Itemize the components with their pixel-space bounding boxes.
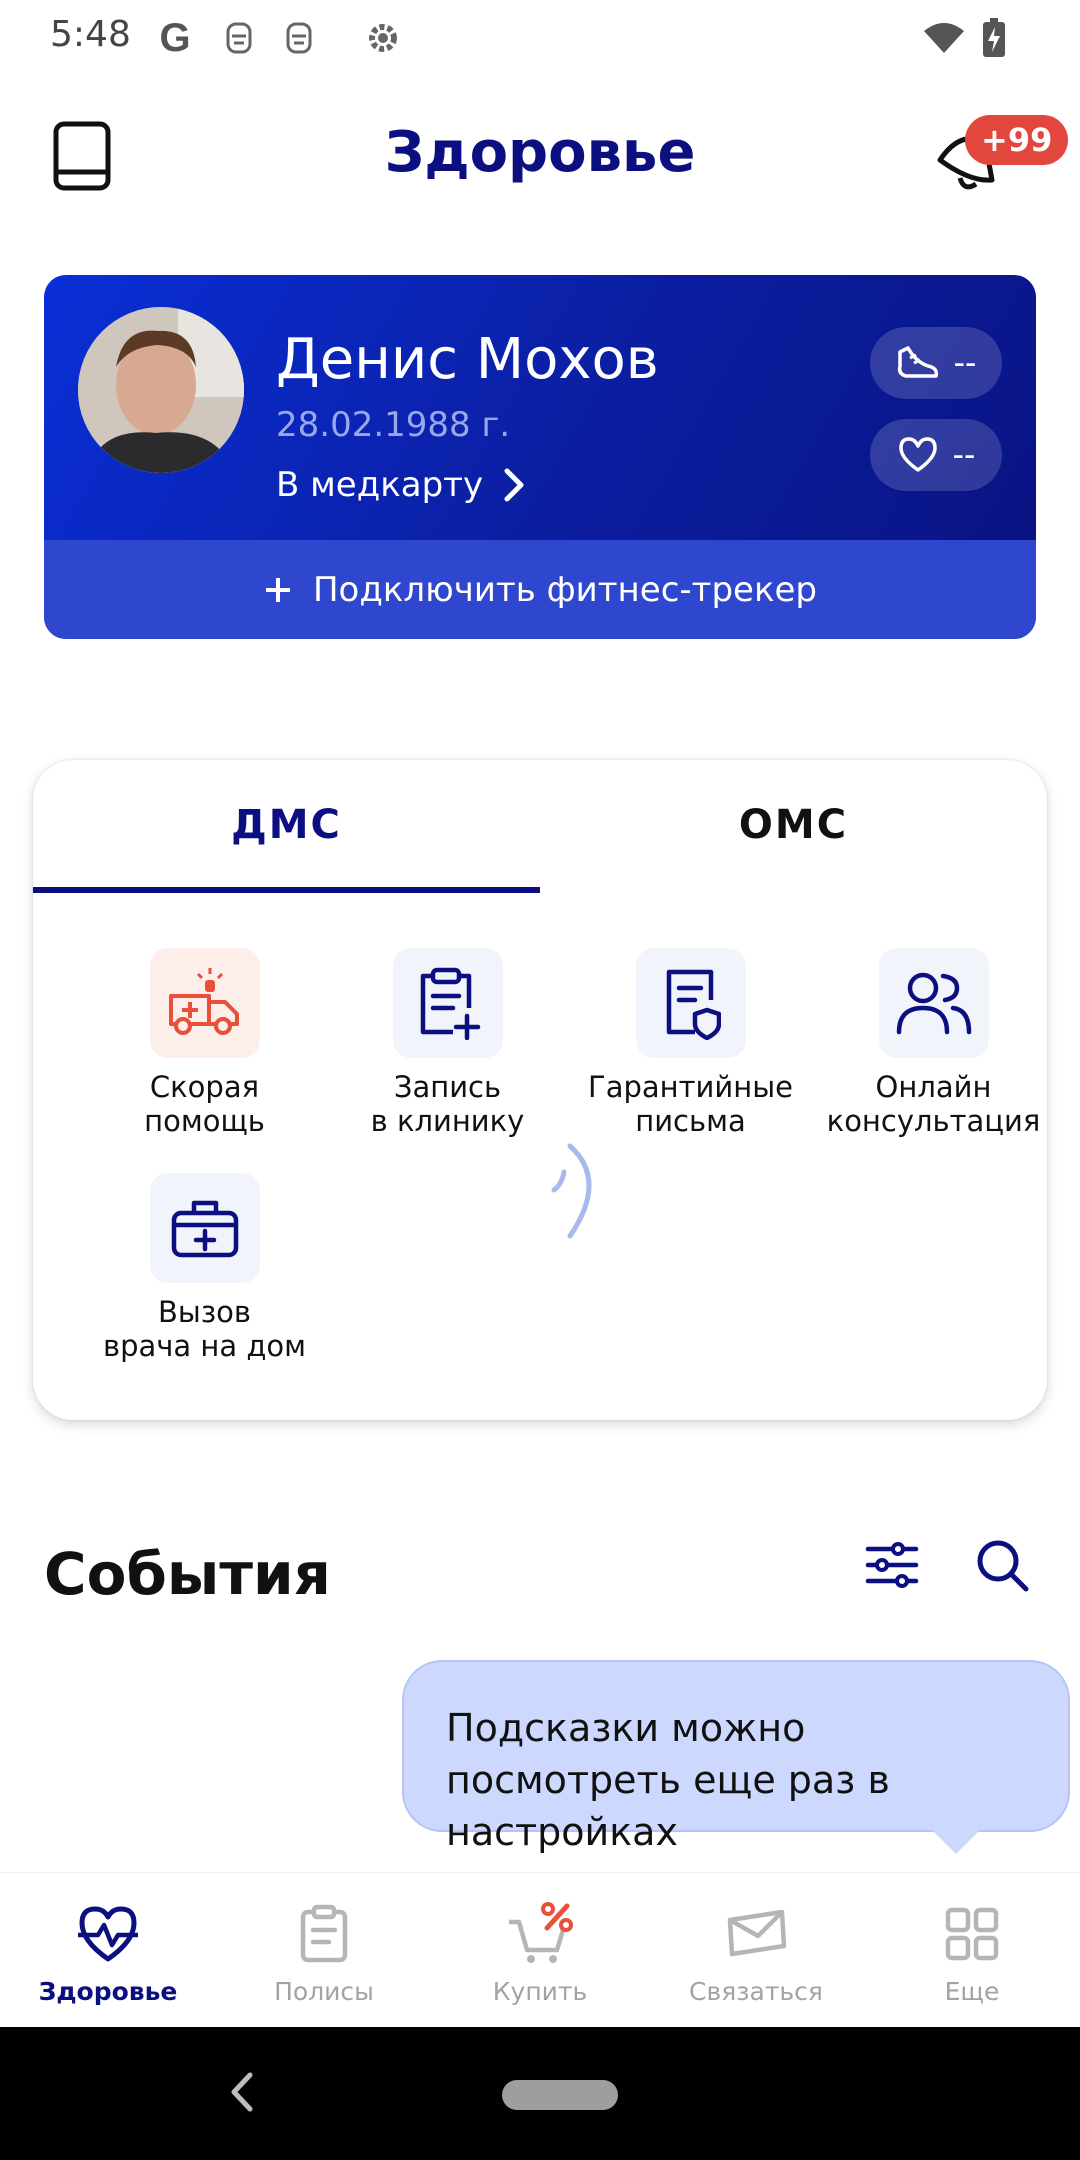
nav-label: Здоровье — [38, 1977, 178, 2006]
steps-value: -- — [953, 343, 977, 382]
envelope-icon — [723, 1901, 789, 1967]
sneaker-icon — [897, 346, 938, 378]
status-bar: 5:48 G — [0, 0, 1080, 80]
services-card: ДМС ОМС Скорая помощь Запись в клинику Г… — [33, 760, 1047, 1420]
bottom-navigation: Здоровье Полисы Купить Связаться Еще — [0, 1872, 1080, 2028]
connect-fitness-tracker-button[interactable]: Подключить фитнес-трекер — [44, 540, 1036, 639]
tab-oms[interactable]: ОМС — [540, 760, 1047, 890]
loading-spinner — [540, 1140, 610, 1240]
page-title: Здоровье — [384, 120, 696, 185]
app-notification-icon — [282, 18, 316, 58]
connect-fitness-tracker-label: Подключить фитнес-трекер — [312, 569, 818, 610]
profile-birth-date: 28.02.1988 г. — [276, 405, 511, 445]
nav-more[interactable]: Еще — [864, 1873, 1080, 2028]
pulse-value: -- — [952, 435, 976, 474]
people-icon — [878, 948, 989, 1058]
document-shield-icon — [635, 948, 746, 1058]
events-section-title: События — [44, 1540, 331, 1608]
cart-percent-icon — [507, 1901, 573, 1967]
profile-card[interactable]: Денис Мохов 28.02.1988 г. В медкарту -- … — [44, 275, 1036, 639]
service-doctor-home-visit[interactable]: Вызов врача на дом — [83, 1173, 326, 1363]
tab-dms[interactable]: ДМС — [33, 760, 540, 890]
service-label: Скорая помощь — [144, 1070, 265, 1138]
sliders-icon — [865, 1542, 919, 1588]
steps-pill[interactable]: -- — [870, 327, 1002, 399]
wifi-icon — [920, 18, 968, 58]
ambulance-icon — [149, 948, 260, 1058]
profile-name: Денис Мохов — [276, 327, 659, 392]
nav-label: Еще — [944, 1977, 1000, 2006]
search-icon — [977, 1540, 1029, 1592]
google-icon: G — [159, 15, 191, 60]
service-label: Гарантийные письма — [588, 1070, 793, 1138]
heart-icon — [898, 437, 937, 472]
filter-button[interactable] — [862, 1535, 922, 1595]
medcard-link-label: В медкарту — [276, 465, 484, 505]
search-button[interactable] — [972, 1535, 1032, 1595]
grid-icon — [939, 1901, 1005, 1967]
avatar — [78, 307, 244, 473]
service-label: Онлайн консультация — [826, 1070, 1041, 1138]
service-label: Запись в клинику — [370, 1070, 525, 1138]
clipboard-icon — [291, 1901, 357, 1967]
app-notification-icon — [222, 18, 256, 58]
system-home-pill[interactable] — [502, 2080, 618, 2110]
service-clinic-appointment[interactable]: Запись в клинику — [326, 948, 569, 1138]
pulse-pill[interactable]: -- — [870, 419, 1002, 491]
hint-tooltip[interactable]: Подсказки можно посмотреть еще раз в нас… — [402, 1660, 1070, 1854]
system-back-button[interactable] — [222, 2067, 262, 2117]
nav-label: Купить — [492, 1977, 588, 2006]
medkit-icon — [149, 1173, 260, 1283]
nav-policies[interactable]: Полисы — [216, 1873, 432, 2028]
nav-contact[interactable]: Связаться — [648, 1873, 864, 2028]
nav-buy[interactable]: Купить — [432, 1873, 648, 2028]
service-online-consultation[interactable]: Онлайн консультация — [812, 948, 1047, 1138]
battery-charging-icon — [980, 18, 1008, 58]
active-tab-indicator — [33, 887, 540, 893]
plus-icon — [265, 577, 290, 602]
tooltip-pointer — [930, 1828, 982, 1854]
service-label: Вызов врача на дом — [102, 1295, 306, 1363]
heart-pulse-icon — [75, 1901, 141, 1967]
chevron-right-icon — [504, 468, 524, 502]
service-ambulance[interactable]: Скорая помощь — [83, 948, 326, 1138]
medcard-link[interactable]: В медкарту — [276, 465, 525, 505]
clipboard-plus-icon — [392, 948, 503, 1058]
settings-gear-icon — [362, 18, 404, 58]
status-time: 5:48 — [50, 14, 131, 55]
notifications-badge: +99 — [965, 115, 1069, 165]
nav-label: Полисы — [274, 1977, 374, 2006]
back-arrow-icon — [231, 2072, 253, 2112]
service-guarantee-letters[interactable]: Гарантийные письма — [569, 948, 812, 1138]
nav-label: Связаться — [689, 1977, 823, 2006]
nav-health[interactable]: Здоровье — [0, 1873, 216, 2028]
